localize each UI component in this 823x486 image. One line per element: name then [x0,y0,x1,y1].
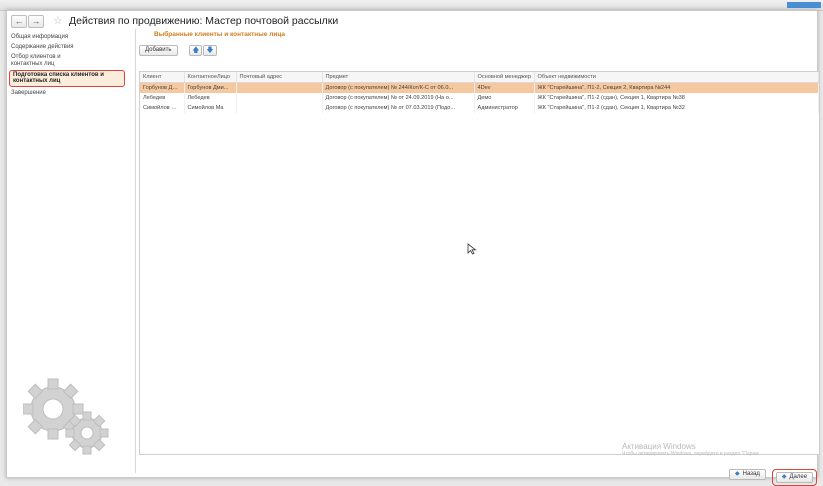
cell-client: Горбунов Дмит... [140,82,185,93]
section-title: Выбранные клиенты и контактные лица [154,31,286,38]
star-icon[interactable]: ☆ [53,14,63,27]
add-button[interactable]: Добавить [139,45,178,56]
title-bar: ← → ☆ Действия по продвижению: Мастер по… [7,11,817,31]
cell-manager: 4Dev [474,82,535,93]
sidebar-item-general-info[interactable]: Общая информация [9,33,133,42]
cell-property: ЖК "Старейшина", П1-2, Секция 2, Квартир… [534,82,819,93]
cell-client: Лебедев [140,93,185,103]
cell-subject: Договор (с покупателем) № от 07.03.2019 … [322,103,475,113]
cell-property: ЖК "Старейшина", П1-2 (сдан), Секция 1, … [534,93,819,103]
cell-manager: Администратор [474,103,535,113]
back-nav-button[interactable]: ← [11,15,27,28]
table-header-row: Клиент КонтактноеЛицо Почтовый адрес Пре… [140,72,819,83]
column-header-contact[interactable]: КонтактноеЛицо [184,72,237,83]
windows-activation-watermark: Активация Windows Чтобы активировать Win… [622,442,759,457]
column-header-subject[interactable]: Предмет [322,72,475,83]
column-header-property[interactable]: Объект недвижимости [534,72,819,83]
wizard-footer-buttons: ◆ Назад ◆ Далее [726,469,818,486]
clients-table[interactable]: Клиент КонтактноеЛицо Почтовый адрес Пре… [139,71,820,455]
cell-contact: Горбунов Дми... [184,82,237,93]
watermark-subtitle: Чтобы активировать Windows, перейдите в … [622,451,759,457]
wizard-steps-sidebar: Общая информация Содержание действия Отб… [9,33,133,99]
cell-property: ЖК "Старейшина", П1-2 (сдан), Секция 1, … [534,103,819,113]
table-row[interactable]: Горбунов Дмит... Горбунов Дми... Договор… [140,82,819,93]
column-header-client[interactable]: Клиент [140,72,185,83]
watermark-title: Активация Windows [622,442,696,451]
column-header-address[interactable]: Почтовый адрес [236,72,323,83]
next-button[interactable]: ◆ Далее [775,472,814,483]
sidebar-item-completion[interactable]: Завершение [9,89,133,98]
diamond-icon: ◆ [735,471,740,477]
cell-subject: Договор (с покупателем) № 244/Кот/К-С от… [322,82,475,93]
next-button-label: Далее [789,474,808,480]
arrow-up-icon: 🡅 [192,47,200,54]
cell-subject: Договор (с покупателем) № от 24.09.2019 … [322,93,475,103]
cell-address [236,93,323,103]
column-header-manager[interactable]: Основной менеджер [474,72,535,83]
arrow-left-icon: ← [14,16,24,26]
cell-contact: Лебедев [184,93,237,103]
next-button-highlight: ◆ Далее [771,469,818,486]
forward-nav-button[interactable]: → [28,15,44,28]
sidebar-item-select-clients[interactable]: Отбор клиентов и контактных лиц [9,53,73,68]
gears-icon [23,378,109,455]
table-row[interactable]: Симойлов Мак... Симойлов Ма Договор (с п… [140,103,819,113]
diamond-icon: ◆ [781,474,787,480]
cell-address [236,82,323,93]
table-toolbar: Добавить 🡅 🡇 [139,45,217,56]
cell-client: Симойлов Мак... [140,103,185,113]
move-down-button[interactable]: 🡇 [203,45,217,56]
table-row[interactable]: Лебедев Лебедев Договор (с покупателем) … [140,93,819,103]
cell-contact: Симойлов Ма [184,103,237,113]
arrow-right-icon: → [31,16,41,26]
window-title: Действия по продвижению: Мастер почтовой… [69,15,339,27]
move-up-button[interactable]: 🡅 [189,45,203,56]
back-button[interactable]: ◆ Назад [729,469,766,480]
back-button-label: Назад [742,471,760,477]
mouse-cursor-icon [467,243,477,255]
wizard-window: ← → ☆ Действия по продвижению: Мастер по… [6,10,820,486]
active-tab-accent [787,2,821,8]
cell-manager: Демо [474,93,535,103]
sidebar-item-action-content[interactable]: Содержание действия [9,43,133,52]
cell-address [236,103,323,113]
sidebar-item-prepare-list[interactable]: Подготовка списка клиентов и контактных … [9,69,125,87]
arrow-down-icon: 🡇 [206,47,214,54]
